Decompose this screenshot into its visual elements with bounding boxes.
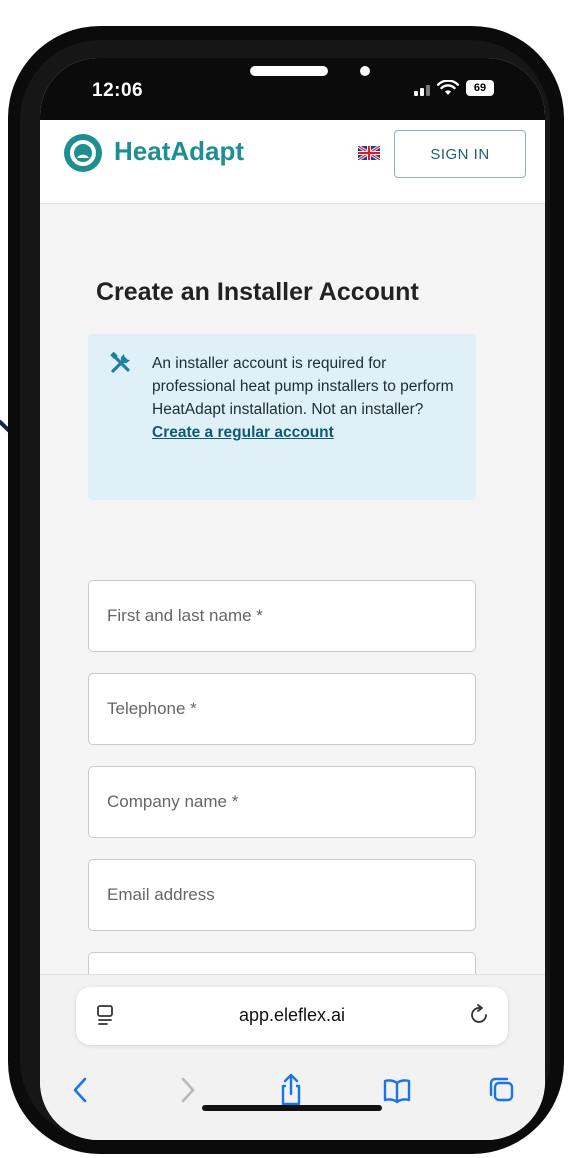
app-header: HeatAdapt SIGN IN bbox=[40, 120, 545, 204]
company-name-field[interactable]: Company name * bbox=[88, 766, 476, 838]
email-field[interactable]: Email address bbox=[88, 859, 476, 931]
tabs-icon[interactable] bbox=[486, 1073, 516, 1107]
reload-icon[interactable] bbox=[468, 1004, 490, 1026]
wifi-icon bbox=[437, 80, 459, 95]
back-icon[interactable] bbox=[66, 1073, 96, 1107]
info-message: An installer account is required for pro… bbox=[152, 355, 454, 418]
telephone-field[interactable]: Telephone * bbox=[88, 673, 476, 745]
info-text: An installer account is required for pro… bbox=[152, 352, 457, 444]
phone-screen: 12:06 69 HeatAdapt SIGN IN Create an Ins… bbox=[40, 58, 545, 1140]
browser-toolbar: app.eleflex.ai bbox=[40, 974, 545, 1140]
dynamic-island-pill bbox=[250, 66, 328, 76]
brand-name[interactable]: HeatAdapt bbox=[114, 136, 244, 167]
sign-in-button[interactable]: SIGN IN bbox=[394, 130, 526, 178]
forward-icon[interactable] bbox=[172, 1073, 202, 1107]
installer-info-box: An installer account is required for pro… bbox=[88, 334, 476, 500]
bookmarks-icon[interactable] bbox=[382, 1073, 412, 1107]
home-indicator bbox=[202, 1105, 382, 1111]
tools-icon bbox=[110, 352, 130, 373]
battery-icon: 69 bbox=[466, 80, 494, 96]
uk-flag-icon[interactable] bbox=[358, 146, 380, 160]
share-icon[interactable] bbox=[276, 1073, 306, 1107]
browser-nav-row bbox=[40, 1073, 545, 1109]
status-icons: 69 bbox=[414, 80, 494, 96]
status-time: 12:06 bbox=[92, 80, 144, 101]
page-title: Create an Installer Account bbox=[96, 278, 419, 306]
create-regular-account-link[interactable]: Create a regular account bbox=[152, 424, 334, 441]
address-bar[interactable]: app.eleflex.ai bbox=[76, 987, 508, 1045]
status-bar: 12:06 69 bbox=[40, 58, 545, 120]
name-field[interactable]: First and last name * bbox=[88, 580, 476, 652]
signal-icon bbox=[414, 80, 430, 96]
registration-form: Create an Installer Account An installer… bbox=[40, 204, 545, 1024]
url-text[interactable]: app.eleflex.ai bbox=[76, 1005, 508, 1026]
front-camera-dot bbox=[360, 66, 370, 76]
heatadapt-logo-icon bbox=[64, 134, 102, 172]
